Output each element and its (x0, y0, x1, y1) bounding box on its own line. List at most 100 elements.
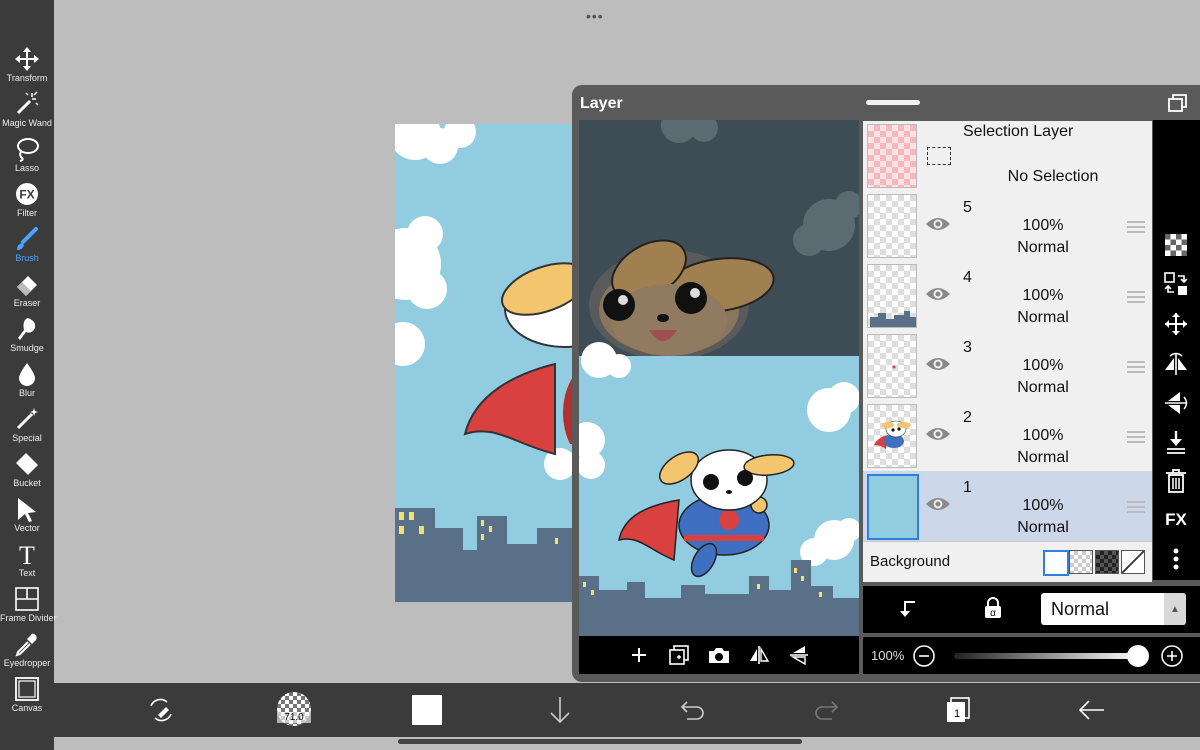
drag-handle-icon[interactable] (1127, 360, 1145, 378)
blend-mode-dropdown[interactable]: Normal ▲ (1041, 593, 1186, 625)
background-white-swatch[interactable] (1043, 550, 1069, 576)
background-dark-checker-swatch[interactable] (1095, 550, 1119, 574)
smudge-icon (0, 316, 54, 342)
opacity-slider-knob[interactable] (1127, 645, 1149, 667)
layer-opacity: 100% (1022, 217, 1064, 234)
layer-blend-mode: Normal (1017, 239, 1069, 256)
tool-label: Eyedropper (3, 658, 51, 668)
tool-eraser[interactable]: Eraser (0, 271, 54, 316)
tool-smudge[interactable]: Smudge (0, 316, 54, 361)
tool-label: Filter (17, 208, 37, 218)
back-arrow-icon[interactable] (1075, 693, 1109, 727)
svg-text:FX: FX (19, 188, 34, 202)
undo-icon[interactable] (676, 693, 710, 727)
canvas-icon (0, 676, 54, 702)
visibility-eye-icon[interactable] (925, 495, 951, 518)
lasso-icon (0, 136, 54, 162)
add-layer-icon[interactable] (628, 644, 650, 666)
brush-size-button[interactable]: 71.0 (277, 692, 311, 726)
tool-brush[interactable]: Brush (0, 226, 54, 271)
layer-blend-mode: Normal (1017, 309, 1069, 326)
background-label: Background (870, 553, 951, 570)
color-swatch[interactable] (410, 693, 444, 727)
camera-icon[interactable] (708, 644, 730, 666)
layer-row-1[interactable]: 1 100% Normal (863, 471, 1152, 542)
tool-blur[interactable]: Blur (0, 361, 54, 406)
frame-divider-icon (0, 586, 54, 612)
selection-layer-title: Selection Layer (963, 123, 1074, 140)
tool-label: Vector (14, 523, 40, 533)
drag-handle-icon[interactable] (1127, 430, 1145, 448)
flip-v-icon[interactable] (788, 644, 810, 666)
tool-label: Blur (18, 388, 35, 398)
more-vertical-icon[interactable] (1161, 544, 1191, 574)
background-none-swatch[interactable] (1121, 550, 1145, 574)
trash-icon[interactable] (1161, 466, 1191, 496)
tool-bucket[interactable]: Bucket (0, 451, 54, 496)
checker-icon[interactable] (1161, 230, 1191, 260)
layer-row-4[interactable]: 4 100% Normal (863, 261, 1152, 332)
tool-eyedropper[interactable]: Eyedropper (0, 631, 54, 676)
opacity-minus-icon[interactable] (913, 645, 935, 672)
alpha-lock-icon[interactable]: α (983, 597, 1003, 624)
drag-handle-icon[interactable] (1127, 500, 1145, 518)
blend-mode-bar: α Normal ▲ (863, 586, 1200, 633)
layer-number: 3 (963, 339, 972, 356)
visibility-eye-icon[interactable] (925, 425, 951, 448)
visibility-eye-icon[interactable] (925, 215, 951, 238)
background-checker-swatch[interactable] (1069, 550, 1093, 574)
layers-button[interactable]: 1 (942, 693, 976, 727)
selection-marquee-icon (927, 147, 951, 165)
layer-row-2[interactable]: 2 100% Normal (863, 401, 1152, 472)
layer-thumbnail (867, 404, 917, 468)
layer-row-5[interactable]: 5 100% Normal (863, 191, 1152, 262)
flip-vertical-icon[interactable] (1161, 388, 1191, 418)
tool-transform[interactable]: Transform (0, 46, 54, 91)
fx-text-icon[interactable]: FX (1161, 505, 1191, 535)
copy-layer-icon[interactable] (668, 644, 690, 666)
tool-frame-divider[interactable]: Frame Divider (0, 586, 57, 631)
merge-down-icon[interactable] (1161, 427, 1191, 457)
opacity-slider-track[interactable] (954, 653, 1140, 659)
tool-lasso[interactable]: Lasso (0, 136, 54, 181)
layer-blend-mode: Normal (1017, 379, 1069, 396)
flip-h-icon[interactable] (748, 644, 770, 666)
tool-label: Lasso (14, 163, 40, 173)
layer-thumbnail (867, 474, 919, 540)
selection-layer-thumbnail (867, 124, 917, 188)
clipping-icon[interactable] (895, 598, 917, 625)
tool-canvas[interactable]: Canvas (0, 676, 54, 721)
tool-text[interactable]: T Text (0, 541, 54, 586)
fx-icon: FX (0, 181, 54, 207)
move-icon[interactable] (1161, 309, 1191, 339)
left-toolbar: Transform Magic Wand Lasso FX Filter Brush Era… (0, 0, 57, 750)
drag-handle-icon[interactable] (1127, 290, 1145, 308)
quick-menu-icon[interactable] (144, 693, 178, 727)
tool-label: Frame Divider (0, 613, 57, 623)
layer-panel-title: Layer (580, 95, 623, 112)
layer-count: 1 (953, 708, 961, 720)
tool-vector[interactable]: Vector (0, 496, 54, 541)
selection-layer-row[interactable]: Selection Layer No Selection (863, 121, 1152, 192)
tool-filter[interactable]: FX Filter (0, 181, 54, 226)
redo-icon[interactable] (809, 693, 843, 727)
canvas-artwork[interactable] (395, 124, 575, 602)
tool-special[interactable]: Special (0, 406, 54, 451)
layer-row-3[interactable]: 3 100% Normal (863, 331, 1152, 402)
dropdown-arrow-icon: ▲ (1164, 593, 1186, 625)
drag-handle-icon[interactable] (1127, 220, 1145, 238)
flip-horizontal-icon[interactable] (1161, 349, 1191, 379)
opacity-plus-icon[interactable] (1161, 645, 1183, 672)
move-arrows-icon (0, 46, 54, 72)
down-arrow-icon[interactable] (543, 693, 577, 727)
layer-number: 1 (963, 479, 972, 496)
popout-window-icon[interactable] (1168, 94, 1188, 117)
visibility-eye-icon[interactable] (925, 285, 951, 308)
visibility-eye-icon[interactable] (925, 355, 951, 378)
preview-illustration (579, 120, 859, 636)
panel-handle-dots[interactable]: ••• (586, 8, 604, 24)
panel-drag-grip[interactable] (866, 100, 920, 105)
tool-label: Brush (15, 253, 39, 263)
swap-icon[interactable] (1161, 269, 1191, 299)
tool-magic-wand[interactable]: Magic Wand (0, 91, 54, 136)
